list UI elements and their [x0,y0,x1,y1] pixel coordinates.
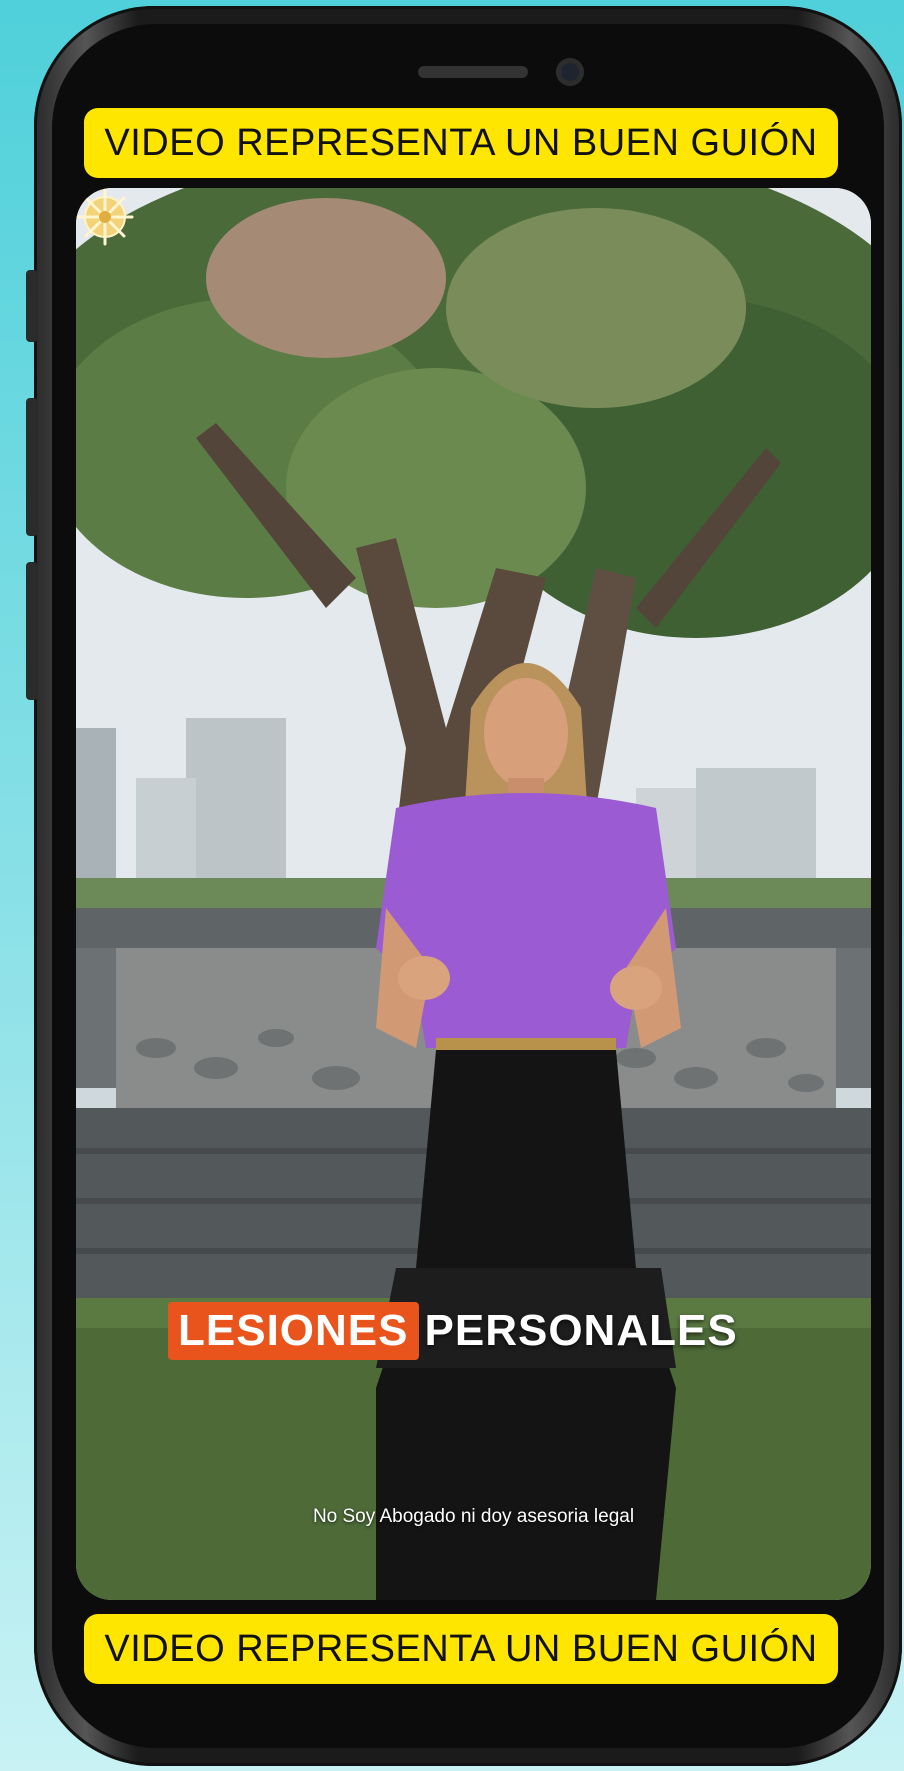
phone-volume-up-button [26,398,38,536]
bottom-banner: VIDEO REPRESENTA UN BUEN GUIÓN [84,1614,838,1684]
phone-side-button-top [26,270,38,342]
phone-volume-down-button [26,562,38,700]
top-banner: VIDEO REPRESENTA UN BUEN GUIÓN [84,108,838,178]
video-caption-title: LESIONES PERSONALES [168,1302,738,1360]
video-disclaimer: No Soy Abogado ni doy asesoria legal [312,1506,635,1527]
caption-word: PERSONALES [424,1306,738,1355]
video-frame [76,188,871,1600]
phone-speaker [418,66,528,78]
starburst-logo-icon [76,188,134,246]
video-player[interactable]: LESIONES PERSONALES No Soy Abogado ni do… [76,188,871,1600]
caption-highlight-word: LESIONES [168,1302,419,1360]
phone-camera [556,58,584,86]
